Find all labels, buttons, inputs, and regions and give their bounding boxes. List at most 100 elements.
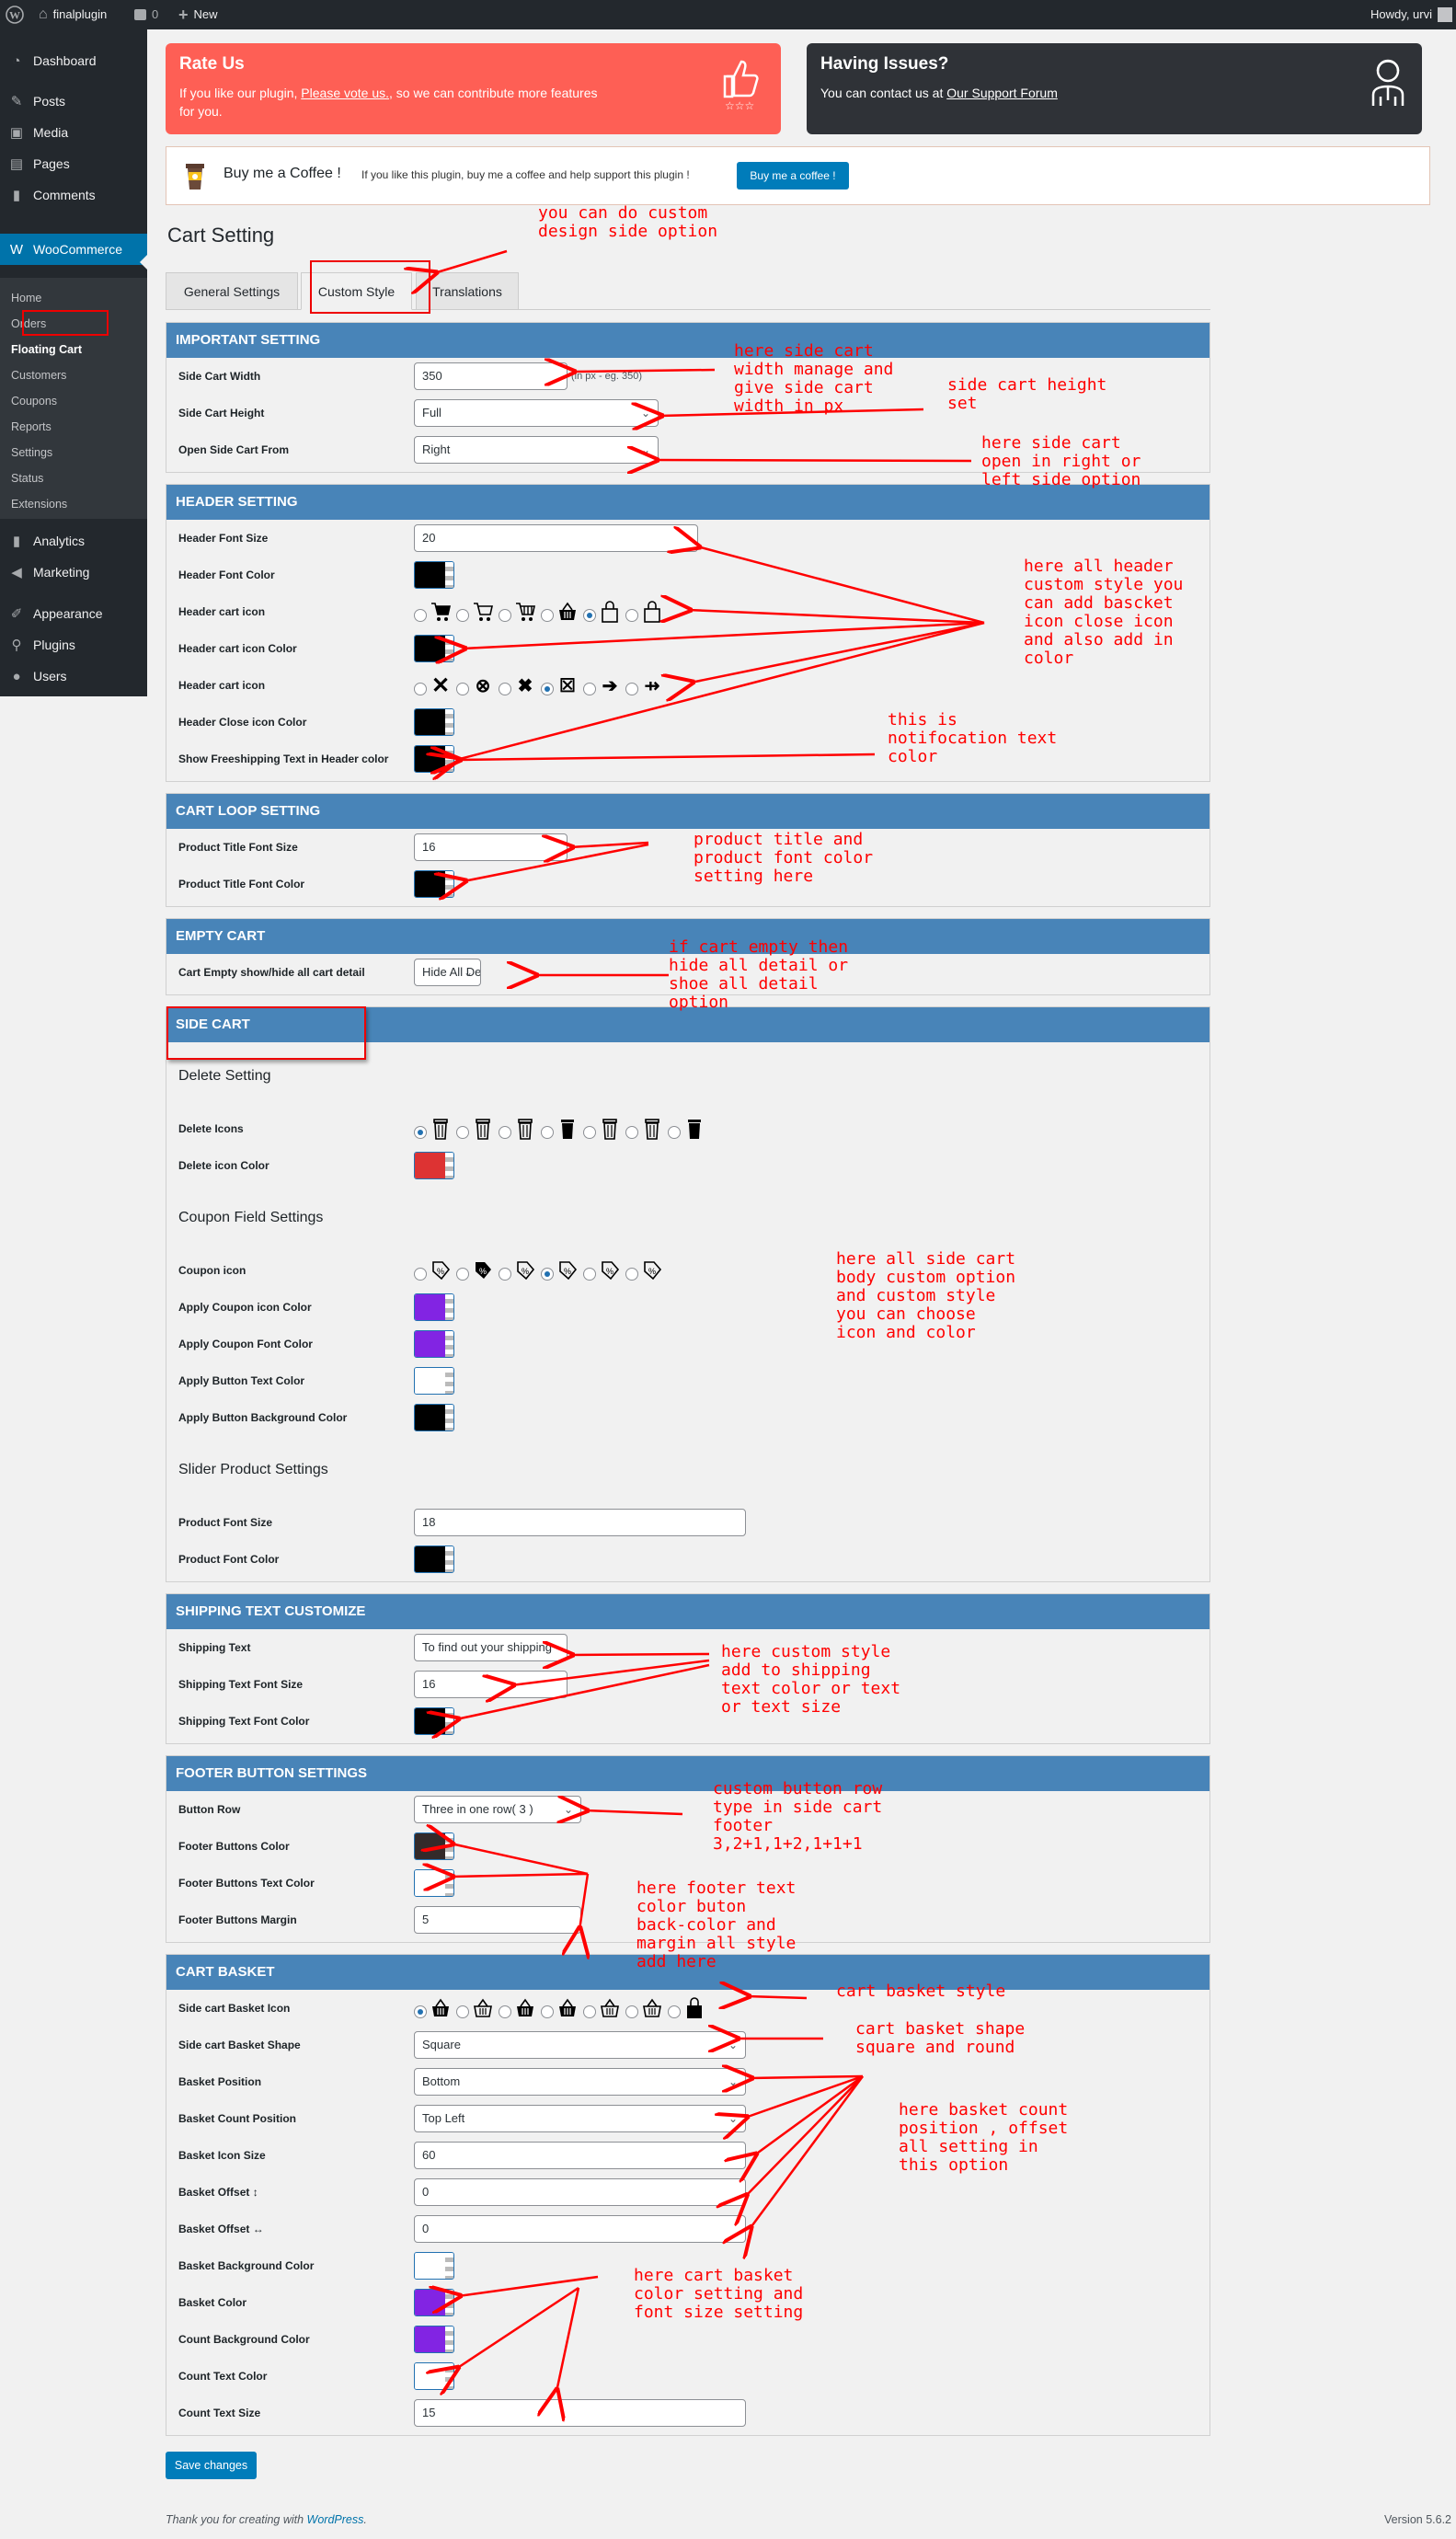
- trash-filled-icon[interactable]: [556, 1117, 579, 1141]
- text-input[interactable]: 350: [414, 362, 567, 390]
- submenu-item-settings[interactable]: Settings: [11, 443, 52, 462]
- vote-link[interactable]: Please vote us.: [301, 86, 389, 100]
- radio-button[interactable]: [583, 2005, 596, 2018]
- text-input[interactable]: 16: [414, 833, 567, 861]
- radio-button[interactable]: [583, 683, 596, 695]
- basket-3-icon[interactable]: [514, 1996, 536, 2020]
- select-field[interactable]: Full ⌄: [414, 399, 659, 427]
- trash-slim-icon[interactable]: [599, 1117, 621, 1141]
- wordpress-link[interactable]: WordPress: [307, 2513, 364, 2526]
- radio-button[interactable]: [499, 609, 511, 622]
- radio-button[interactable]: [456, 1268, 469, 1281]
- sidebar-item-pages[interactable]: ▤ Pages: [0, 148, 147, 179]
- submenu-item-coupons[interactable]: Coupons: [11, 392, 57, 410]
- radio-button[interactable]: [499, 1268, 511, 1281]
- box-percent-icon[interactable]: %: [641, 1258, 663, 1282]
- tab-custom-style[interactable]: Custom Style: [301, 272, 412, 310]
- wordpress-logo-icon[interactable]: W: [6, 0, 24, 29]
- close-circle-icon[interactable]: ⊗: [472, 673, 494, 697]
- color-picker[interactable]: [414, 561, 454, 589]
- basket-6-icon[interactable]: [641, 1996, 663, 2020]
- sidebar-item-comments[interactable]: ▮ Comments: [0, 179, 147, 211]
- radio-button[interactable]: [499, 2005, 511, 2018]
- radio-button[interactable]: [583, 609, 596, 622]
- color-picker[interactable]: [414, 1152, 454, 1179]
- select-field[interactable]: Bottom ⌄: [414, 2068, 746, 2096]
- text-input[interactable]: 0: [414, 2178, 746, 2206]
- cart-outline-icon[interactable]: [472, 600, 494, 624]
- cart-grid-icon[interactable]: [514, 600, 536, 624]
- select-field[interactable]: Top Left ⌄: [414, 2105, 746, 2132]
- new-content-link[interactable]: + New: [178, 0, 218, 29]
- text-input[interactable]: 0: [414, 2215, 746, 2243]
- buy-coffee-button[interactable]: Buy me a coffee !: [737, 162, 849, 190]
- basket-4-icon[interactable]: [556, 1996, 579, 2020]
- submenu-item-orders[interactable]: Orders: [11, 315, 46, 333]
- color-picker[interactable]: [414, 1293, 454, 1321]
- select-field[interactable]: Three in one row( 3 ) ⌄: [414, 1796, 581, 1823]
- arrow-right-icon[interactable]: ➔: [599, 673, 621, 697]
- arrow-cross-icon[interactable]: ⇸: [641, 673, 663, 697]
- sidebar-item-dashboard[interactable]: ◔ Dashboard: [0, 45, 147, 76]
- radio-button[interactable]: [541, 2005, 554, 2018]
- radio-button[interactable]: [456, 1126, 469, 1139]
- radio-button[interactable]: [583, 1126, 596, 1139]
- text-input[interactable]: 20: [414, 524, 698, 552]
- radio-button[interactable]: [456, 609, 469, 622]
- sidebar-item-plugins[interactable]: ⚲ Plugins: [0, 629, 147, 661]
- text-input[interactable]: 18: [414, 1509, 746, 1536]
- color-picker[interactable]: [414, 1545, 454, 1573]
- color-picker[interactable]: [414, 745, 454, 773]
- sidebar-item-posts[interactable]: ✎ Posts: [0, 86, 147, 117]
- radio-button[interactable]: [456, 2005, 469, 2018]
- radio-button[interactable]: [625, 1126, 638, 1139]
- color-picker[interactable]: [414, 1707, 454, 1735]
- account-menu[interactable]: Howdy, urvi: [1370, 0, 1452, 29]
- radio-button[interactable]: [541, 683, 554, 695]
- trash-light-icon[interactable]: [514, 1117, 536, 1141]
- bag-solid-icon[interactable]: [683, 1996, 705, 2020]
- radio-button[interactable]: [541, 1268, 554, 1281]
- color-picker[interactable]: [414, 2252, 454, 2280]
- trash-1-icon[interactable]: [430, 1117, 452, 1141]
- tab-general-settings[interactable]: General Settings: [166, 272, 298, 310]
- comments-link[interactable]: 0: [134, 0, 158, 29]
- color-picker[interactable]: [414, 1330, 454, 1358]
- radio-button[interactable]: [499, 683, 511, 695]
- support-forum-link[interactable]: Our Support Forum: [946, 86, 1058, 100]
- sidebar-item-users[interactable]: ● Users: [0, 661, 147, 692]
- badge-percent-icon[interactable]: %: [514, 1258, 536, 1282]
- site-link[interactable]: ⌂ finalplugin: [39, 0, 107, 29]
- text-input[interactable]: 60: [414, 2142, 746, 2169]
- radio-button[interactable]: [625, 2005, 638, 2018]
- color-picker[interactable]: [414, 2326, 454, 2353]
- text-input[interactable]: 15: [414, 2399, 746, 2427]
- color-picker[interactable]: [414, 635, 454, 662]
- submenu-item-reports[interactable]: Reports: [11, 418, 52, 436]
- trash-3-icon[interactable]: [641, 1117, 663, 1141]
- text-input[interactable]: To find out your shipping: [414, 1634, 567, 1661]
- submenu-item-status[interactable]: Status: [11, 469, 43, 488]
- color-picker[interactable]: [414, 2289, 454, 2316]
- submenu-item-floating-cart[interactable]: Floating Cart: [11, 340, 82, 359]
- sidebar-item-appearance[interactable]: ✐ Appearance: [0, 598, 147, 629]
- close-x-icon[interactable]: ✕: [430, 673, 452, 698]
- radio-button[interactable]: [625, 609, 638, 622]
- trash-2-icon[interactable]: [472, 1117, 494, 1141]
- close-circle-filled-icon[interactable]: ✖: [514, 673, 536, 697]
- radio-button[interactable]: [414, 1268, 427, 1281]
- select-field[interactable]: Hide All Detail⌄: [414, 959, 481, 986]
- radio-button[interactable]: [414, 683, 427, 695]
- submenu-item-customers[interactable]: Customers: [11, 366, 66, 385]
- tag-sale-icon[interactable]: %: [430, 1258, 452, 1282]
- radio-button[interactable]: [583, 1268, 596, 1281]
- sidebar-item-marketing[interactable]: ◀ Marketing: [0, 557, 147, 588]
- tab-translations[interactable]: Translations: [416, 272, 519, 310]
- text-input[interactable]: 16: [414, 1671, 567, 1698]
- submenu-item-home[interactable]: Home: [11, 289, 41, 307]
- select-field[interactable]: Right ⌄: [414, 436, 659, 464]
- radio-button[interactable]: [499, 1126, 511, 1139]
- color-picker[interactable]: [414, 2362, 454, 2390]
- sidebar-item-analytics[interactable]: ▮ Analytics: [0, 525, 147, 557]
- basket-1-icon[interactable]: [430, 1996, 452, 2020]
